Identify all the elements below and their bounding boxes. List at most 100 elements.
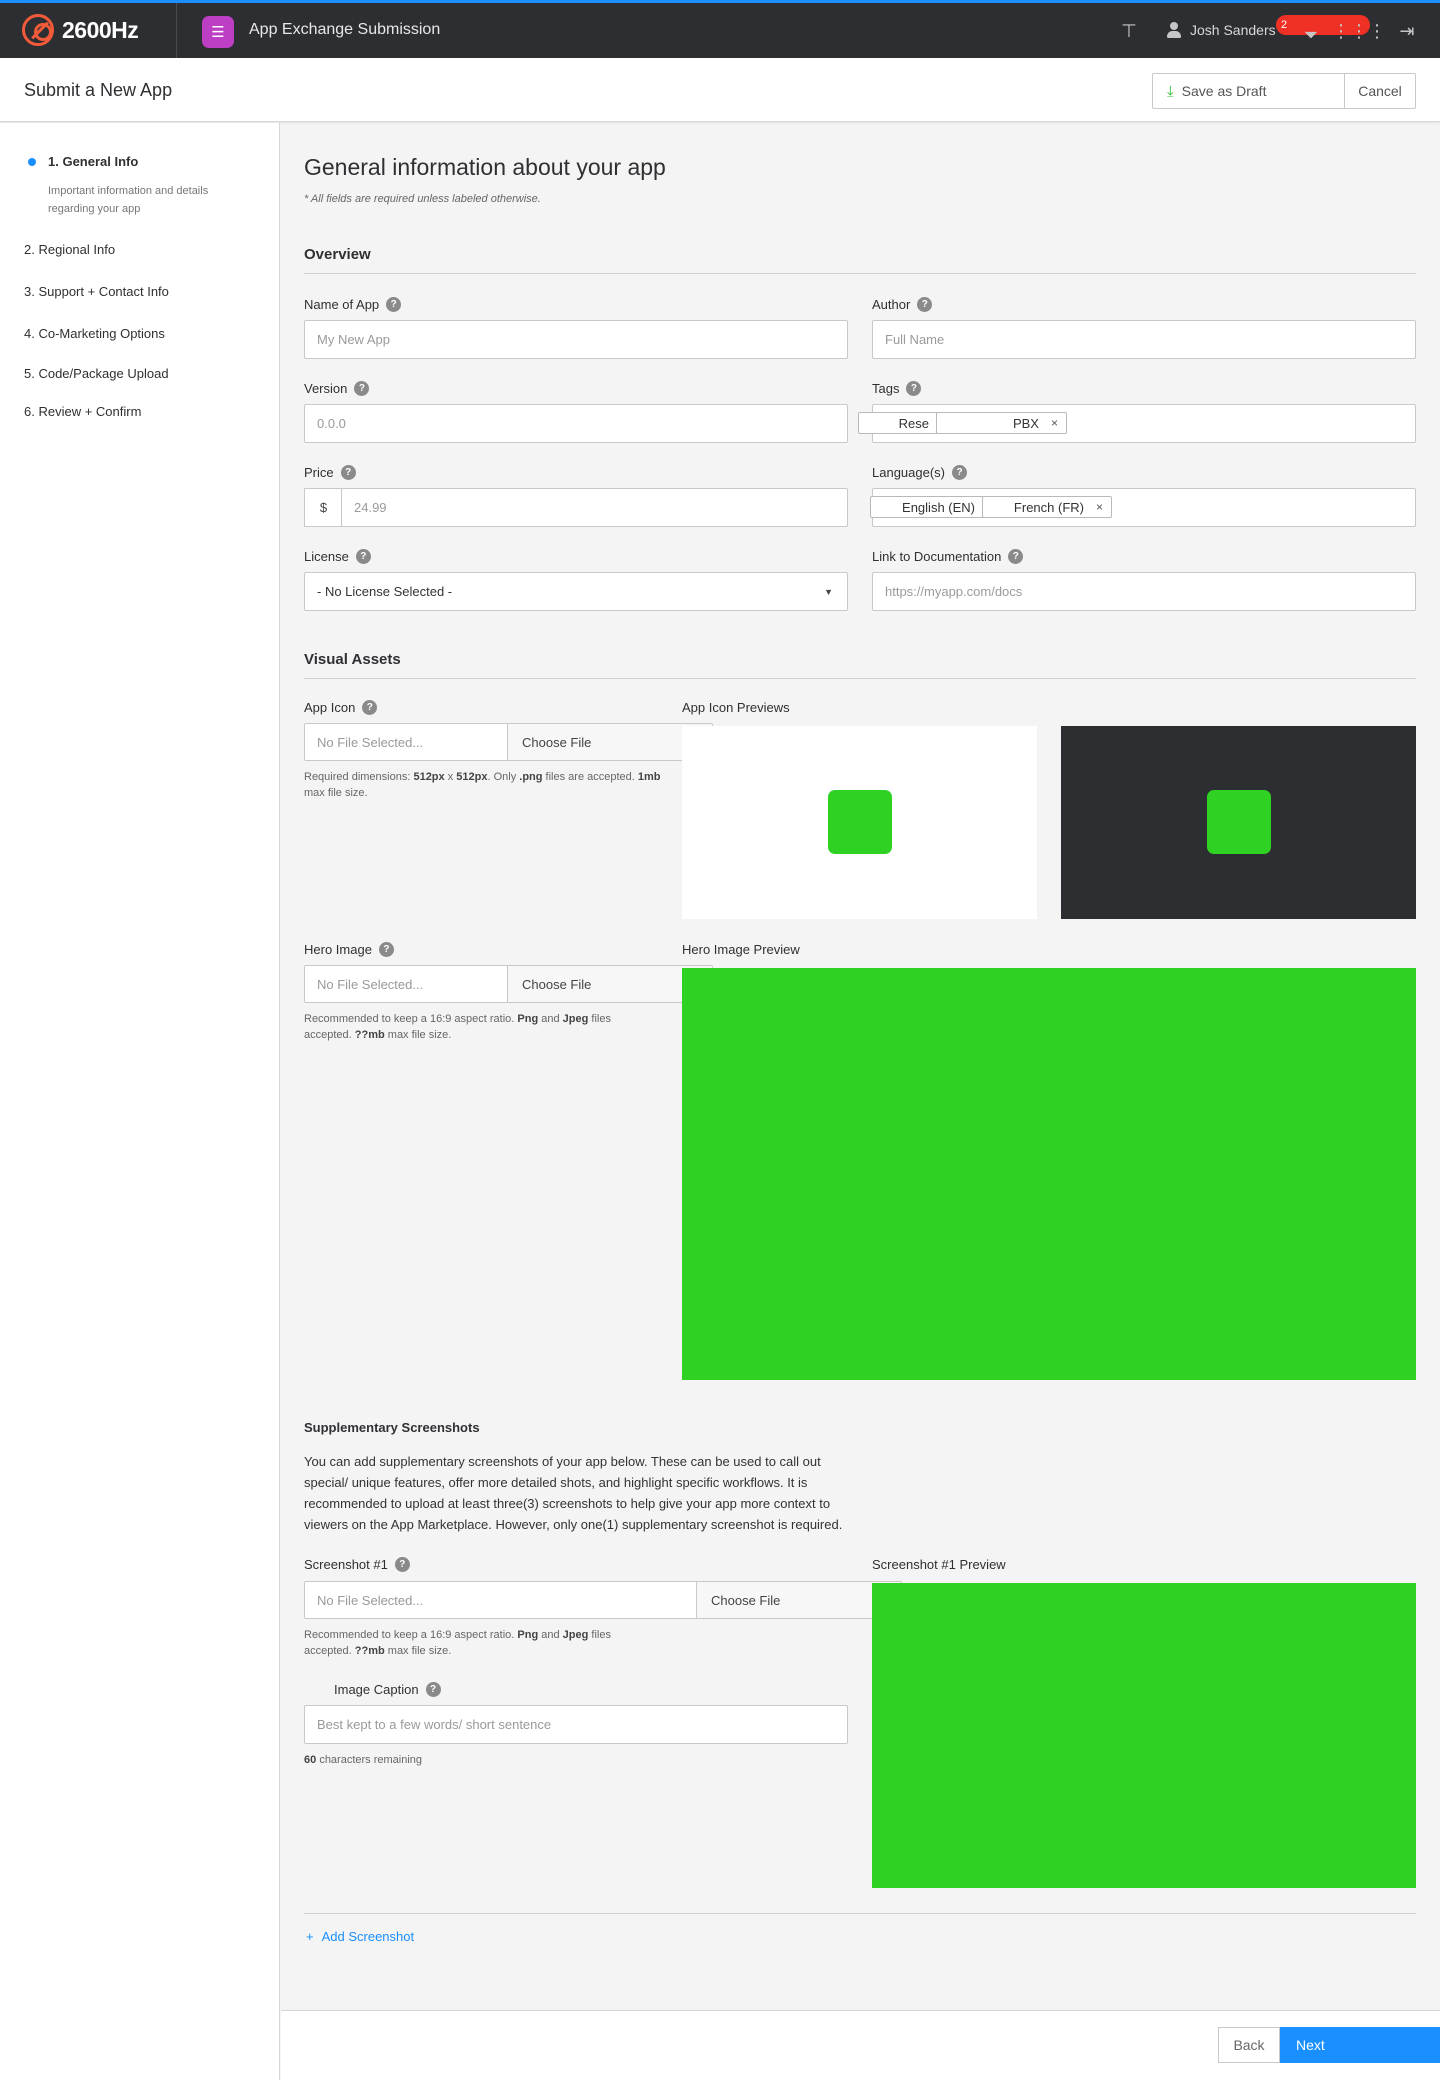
language-chip-label: English (EN)	[902, 499, 975, 515]
hero-image-label-text: Hero Image	[304, 942, 372, 957]
remove-language-icon[interactable]: ×	[1096, 500, 1103, 514]
user-name: Josh Sanders	[1190, 22, 1276, 38]
screenshot-1-label: Screenshot #1 ?	[304, 1557, 410, 1572]
active-step-indicator	[28, 158, 36, 166]
price-input[interactable]: 24.99	[341, 488, 848, 527]
step-co-marketing-options[interactable]: 4. Co-Marketing Options	[24, 326, 165, 341]
form-title: General information about your app	[304, 154, 666, 180]
help-icon[interactable]: ?	[362, 700, 378, 715]
help-icon[interactable]: ?	[917, 297, 933, 312]
help-icon[interactable]: ?	[340, 465, 356, 480]
hero-image-requirements: Recommended to keep a 16:9 aspect ratio.…	[304, 1013, 611, 1041]
header-actions: ⤓ Save as Draft Cancel	[1152, 73, 1416, 109]
overview-heading: Overview	[304, 246, 371, 263]
add-screenshot-link[interactable]: + Add Screenshot	[306, 1929, 414, 1944]
visual-assets-heading: Visual Assets	[304, 651, 401, 668]
help-icon[interactable]: ?	[354, 381, 370, 396]
logo-mark-icon	[22, 14, 54, 46]
screenshot-1-preview-label: Screenshot #1 Preview	[872, 1557, 1006, 1572]
language-chip[interactable]: English (EN)	[870, 496, 984, 518]
screenshot-1-preview	[872, 1583, 1416, 1888]
version-input[interactable]: 0.0.0	[304, 404, 848, 443]
app-icon-preview-image	[828, 790, 892, 854]
brand-logo[interactable]: 2600Hz	[22, 14, 139, 46]
tags-label: Tags ?	[872, 381, 922, 396]
app-icon-preview-dark	[1061, 726, 1416, 919]
author-label: Author ?	[872, 297, 933, 312]
step-general-info[interactable]: 1. General Info	[48, 154, 138, 169]
docs-label: Link to Documentation ?	[872, 549, 1024, 564]
price-label-text: Price	[304, 465, 334, 480]
screenshot-requirements: Recommended to keep a 16:9 aspect ratio.…	[304, 1629, 611, 1657]
app-icon-file-input[interactable]: No File Selected... Choose File	[304, 723, 713, 761]
remove-tag-icon[interactable]: ×	[1051, 416, 1058, 430]
file-name-display: No File Selected...	[305, 724, 508, 760]
screenshot-1-label-text: Screenshot #1	[304, 1557, 388, 1572]
license-label: License ?	[304, 549, 371, 564]
docs-link-input[interactable]: https://myapp.com/docs	[872, 572, 1416, 611]
app-grid-icon[interactable]: ⋮⋮⋮	[1332, 19, 1386, 43]
logo-text: 2600Hz	[62, 16, 139, 43]
supplementary-description: You can add supplementary screenshots of…	[304, 1454, 843, 1532]
app-name-input[interactable]: My New App	[304, 320, 848, 359]
notifications-icon[interactable]: ⏷	[1299, 23, 1323, 47]
help-icon[interactable]: ?	[386, 297, 402, 312]
page-header: Submit a New App ⤓ Save as Draft Cancel	[0, 58, 1440, 122]
app-icon-requirements: Required dimensions: 512px x 512px. Only…	[304, 771, 661, 799]
hero-image-file-input[interactable]: No File Selected... Choose File	[304, 965, 713, 1003]
image-caption-input[interactable]: Best kept to a few words/ short sentence	[304, 1705, 848, 1744]
app-name-label-text: Name of App	[304, 297, 380, 312]
help-icon[interactable]: ?	[906, 381, 922, 396]
overview-divider	[304, 273, 1416, 274]
logout-icon[interactable]: ⇥	[1395, 19, 1419, 43]
license-select[interactable]: - No License Selected - ▼	[304, 572, 848, 611]
app-icon-label: App Icon ?	[304, 700, 378, 715]
license-label-text: License	[304, 549, 349, 564]
visual-assets-divider	[304, 678, 1416, 679]
add-screenshot-divider	[304, 1913, 1416, 1914]
supplementary-heading: Supplementary Screenshots	[304, 1420, 480, 1435]
tag-chip[interactable]: Rese	[858, 412, 938, 434]
help-icon[interactable]: ?	[378, 942, 394, 957]
step-regional-info[interactable]: 2. Regional Info	[24, 242, 115, 257]
tag-chip[interactable]: PBX ×	[936, 412, 1067, 434]
step-review-confirm[interactable]: 6. Review + Confirm	[24, 404, 141, 419]
next-button[interactable]: Next	[1280, 2027, 1440, 2063]
help-icon[interactable]: ?	[1008, 549, 1024, 564]
languages-label-text: Language(s)	[872, 465, 945, 480]
author-input[interactable]: Full Name	[872, 320, 1416, 359]
price-label: Price ?	[304, 465, 356, 480]
step-support-contact-info[interactable]: 3. Support + Contact Info	[24, 284, 169, 299]
languages-label: Language(s) ?	[872, 465, 967, 480]
app-icon-preview-image	[1207, 790, 1271, 854]
hierarchy-icon[interactable]: ⊤	[1117, 19, 1141, 43]
page-title: Submit a New App	[24, 80, 173, 100]
cancel-button[interactable]: Cancel	[1345, 74, 1415, 108]
save-draft-button[interactable]: ⤓ Save as Draft	[1153, 74, 1345, 108]
plus-icon: +	[306, 1929, 314, 1944]
hero-image-preview-label: Hero Image Preview	[682, 942, 800, 957]
caption-char-counter: 60 characters remaining	[304, 1752, 422, 1768]
hero-image-preview	[682, 968, 1416, 1380]
back-button[interactable]: Back	[1218, 2027, 1280, 2063]
image-caption-label: Image Caption ?	[334, 1682, 441, 1697]
app-exchange-icon: ☰	[202, 16, 234, 48]
version-label: Version ?	[304, 381, 370, 396]
app-icon-label-text: App Icon	[304, 700, 356, 715]
file-name-display: No File Selected...	[305, 966, 508, 1002]
download-icon: ⤓	[1167, 82, 1174, 100]
help-icon[interactable]: ?	[425, 1682, 441, 1697]
help-icon[interactable]: ?	[355, 549, 371, 564]
user-menu[interactable]: Josh Sanders	[1166, 22, 1276, 38]
app-name-label: Name of App ?	[304, 297, 402, 312]
help-icon[interactable]: ?	[952, 465, 967, 480]
current-app-title: App Exchange Submission	[249, 21, 441, 38]
language-chip[interactable]: French (FR) ×	[982, 496, 1112, 518]
help-icon[interactable]: ?	[394, 1557, 410, 1572]
step-code-package-upload[interactable]: 5. Code/Package Upload	[24, 366, 169, 381]
screenshot-1-file-input[interactable]: No File Selected... Choose File	[304, 1581, 902, 1619]
tag-chip-label: PBX	[1012, 415, 1039, 431]
choose-file-button[interactable]: Choose File	[697, 1582, 901, 1618]
required-fields-note: * All fields are required unless labeled…	[304, 193, 541, 205]
currency-prefix: $	[304, 488, 342, 527]
